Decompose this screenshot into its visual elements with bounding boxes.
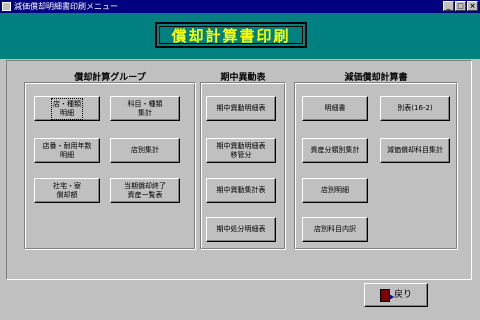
changes-summary-label: 期中異動集計表 — [216, 186, 266, 194]
back-button[interactable]: 戻り — [364, 283, 428, 307]
statement-label: 明細書 — [324, 104, 346, 112]
completed-assets-list-button[interactable]: 当期償却終了 資産一覧表 — [110, 178, 180, 203]
store-life-detail-button[interactable]: 店番・耐用年数 明細 — [34, 138, 100, 163]
close-icon[interactable]: × — [467, 1, 478, 11]
store-detail-label: 店別明細 — [321, 186, 349, 194]
maximize-icon[interactable]: □ — [455, 1, 466, 11]
store-type-detail-button[interactable]: 店・種類 明細 — [34, 96, 100, 121]
group-calculation-heading: 減価償却計算書 — [344, 73, 408, 83]
schedule-16-2-button[interactable]: 別表(16-2) — [380, 96, 450, 121]
window-controls: _ □ × — [443, 1, 478, 11]
changes-detail-transfer-button[interactable]: 期中異動明細表 移管分 — [206, 138, 276, 163]
store-summary-label: 店別集計 — [131, 146, 159, 154]
account-type-summary-button[interactable]: 科目・種類 集計 — [110, 96, 180, 121]
changes-detail-button[interactable]: 期中異動明細表 — [206, 96, 276, 121]
header-banner: 償却計算書印刷 — [0, 13, 480, 59]
store-type-detail-label: 店・種類 明細 — [51, 97, 83, 120]
account-type-summary-label: 科目・種類 集計 — [127, 99, 163, 117]
disposal-detail-label: 期中処分明細表 — [216, 225, 266, 233]
store-detail-button[interactable]: 店別明細 — [302, 178, 368, 203]
title-frame — [159, 26, 303, 44]
asset-class-summary-button[interactable]: 資産分類別集計 — [302, 138, 368, 163]
depreciation-account-summary-label: 減価償却科目集計 — [387, 146, 443, 154]
changes-detail-label: 期中異動明細表 — [216, 104, 266, 112]
window-title: 減価償却明細書印刷メニュー — [14, 2, 118, 11]
exit-door-icon — [379, 288, 394, 302]
store-summary-button[interactable]: 店別集計 — [110, 138, 180, 163]
statement-button[interactable]: 明細書 — [302, 96, 368, 121]
group-changes-heading: 期中異動表 — [220, 73, 266, 83]
schedule-16-2-label: 別表(16-2) — [397, 104, 433, 112]
completed-assets-list-label: 当期償却終了 資産一覧表 — [124, 181, 166, 199]
changes-detail-transfer-label: 期中異動明細表 移管分 — [216, 141, 266, 159]
changes-summary-button[interactable]: 期中異動集計表 — [206, 178, 276, 203]
app-icon — [2, 2, 11, 11]
title-bar: 減価償却明細書印刷メニュー _ □ × — [0, 0, 480, 13]
store-life-detail-label: 店番・耐用年数 明細 — [42, 141, 92, 159]
minimize-icon[interactable]: _ — [443, 1, 454, 11]
back-button-label: 戻り — [393, 289, 412, 300]
housing-depreciation-button[interactable]: 社宅・寮 償却額 — [34, 178, 100, 203]
asset-class-summary-label: 資産分類別集計 — [310, 146, 360, 154]
housing-depreciation-label: 社宅・寮 償却額 — [53, 181, 81, 199]
store-account-breakdown-button[interactable]: 店別科目内訳 — [302, 217, 368, 242]
depreciation-account-summary-button[interactable]: 減価償却科目集計 — [380, 138, 450, 163]
disposal-detail-button[interactable]: 期中処分明細表 — [206, 217, 276, 242]
page-title: 償却計算書印刷 — [155, 22, 307, 48]
store-account-breakdown-label: 店別科目内訳 — [314, 225, 356, 233]
group-depreciation-heading: 償却計算グループ — [74, 73, 146, 83]
